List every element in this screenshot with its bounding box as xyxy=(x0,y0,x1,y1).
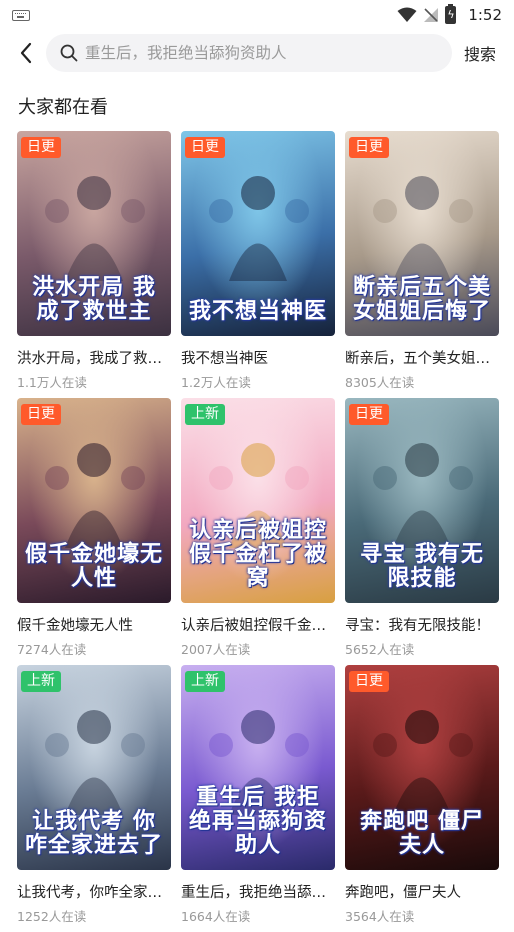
chevron-left-icon xyxy=(20,42,32,64)
book-card[interactable]: 认亲后被姐控假千金杠了被窝 上新认亲后被姐控假千金杠了被窝 2007人在读 xyxy=(181,398,335,665)
book-card[interactable]: 我不想当神医 日更我不想当神医 1.2万人在读 xyxy=(181,131,335,398)
book-card[interactable]: 断亲后五个美女姐姐后悔了 日更断亲后，五个美女姐姐后悔了 8305人在读 xyxy=(345,131,499,398)
book-title[interactable]: 我不想当神医 xyxy=(181,347,335,368)
back-button[interactable] xyxy=(6,32,46,74)
read-count: 1664人在读 xyxy=(181,909,251,924)
book-cover[interactable]: 我不想当神医 日更 xyxy=(181,131,335,336)
cover-title-art: 奔跑吧 僵尸夫人 xyxy=(360,809,484,858)
new-badge: 上新 xyxy=(185,404,225,425)
book-cover[interactable]: 奔跑吧 僵尸夫人 日更 xyxy=(345,665,499,870)
book-grid: 洪水开局 我成了救世主 日更 洪水开局，我成了救世主 1.1万人在读 我不想当神医 日更我… xyxy=(17,131,499,932)
cover-title-art: 断亲后五个美女姐姐后悔了 xyxy=(352,275,491,324)
cover-title-art: 假千金她壕无人性 xyxy=(24,542,163,591)
read-count: 1.1万人在读 xyxy=(17,375,87,390)
daily-update-badge: 日更 xyxy=(21,404,61,425)
book-cover[interactable]: 重生后 我拒绝再当舔狗资助人 上新 xyxy=(181,665,335,870)
cover-title-art: 我不想当神医 xyxy=(188,299,327,324)
section-title: 大家都在看 xyxy=(18,97,108,118)
cover-title-art: 认亲后被姐控假千金杠了被窝 xyxy=(188,518,327,591)
status-time: 1:52 xyxy=(468,6,502,24)
book-title[interactable]: 寻宝：我有无限技能！ xyxy=(345,614,499,635)
book-card[interactable]: 重生后 我拒绝再当舔狗资助人 上新重生后，我拒绝当舔狗资助人 1664人在读 xyxy=(181,665,335,932)
search-button[interactable]: 搜索 xyxy=(464,41,496,65)
book-cover[interactable]: 假千金她壕无人性 日更 xyxy=(17,398,171,603)
read-count: 3564人在读 xyxy=(345,909,415,924)
search-topbar: 搜索 xyxy=(0,32,514,74)
daily-update-badge: 日更 xyxy=(349,404,389,425)
search-input[interactable] xyxy=(85,44,425,62)
read-count: 5652人在读 xyxy=(345,642,415,657)
search-box[interactable] xyxy=(46,34,452,72)
book-title[interactable]: 断亲后，五个美女姐姐后悔了 xyxy=(345,347,499,368)
cover-title-art: 重生后 我拒绝再当舔狗资助人 xyxy=(188,785,327,858)
cover-title-art: 让我代考 你咋全家进去了 xyxy=(24,809,163,858)
read-count: 1252人在读 xyxy=(17,909,87,924)
book-title[interactable]: 假千金她壕无人性 xyxy=(17,614,171,635)
keyboard-icon xyxy=(12,9,30,21)
daily-update-badge: 日更 xyxy=(349,137,389,158)
book-title[interactable]: 让我代考，你咋全家进去了 xyxy=(17,881,171,902)
battery-charging-icon: ϟ xyxy=(445,4,457,24)
book-cover[interactable]: 断亲后五个美女姐姐后悔了 日更 xyxy=(345,131,499,336)
read-count: 8305人在读 xyxy=(345,375,415,390)
book-cover[interactable]: 洪水开局 我成了救世主 日更 xyxy=(17,131,171,336)
book-card[interactable]: 让我代考 你咋全家进去了 上新让我代考，你咋全家进去了 1252人在读 xyxy=(17,665,171,932)
search-icon xyxy=(60,44,78,62)
read-count: 2007人在读 xyxy=(181,642,251,657)
book-cover[interactable]: 让我代考 你咋全家进去了 上新 xyxy=(17,665,171,870)
read-count: 1.2万人在读 xyxy=(181,375,251,390)
book-cover[interactable]: 寻宝 我有无限技能 日更 xyxy=(345,398,499,603)
book-title[interactable]: 认亲后被姐控假千金杠了被窝 xyxy=(181,614,335,635)
book-title[interactable]: 奔跑吧，僵尸夫人 xyxy=(345,881,499,902)
daily-update-badge: 日更 xyxy=(21,137,61,158)
book-title[interactable]: 重生后，我拒绝当舔狗资助人 xyxy=(181,881,335,902)
no-signal-icon xyxy=(424,8,439,22)
wifi-icon xyxy=(397,7,417,22)
status-bar: ϟ 1:52 xyxy=(0,0,514,30)
book-card[interactable]: 奔跑吧 僵尸夫人 日更奔跑吧，僵尸夫人 3564人在读 xyxy=(345,665,499,932)
book-cover[interactable]: 认亲后被姐控假千金杠了被窝 上新 xyxy=(181,398,335,603)
read-count: 7274人在读 xyxy=(17,642,87,657)
cover-title-art: 寻宝 我有无限技能 xyxy=(360,542,484,591)
daily-update-badge: 日更 xyxy=(185,137,225,158)
new-badge: 上新 xyxy=(185,671,225,692)
daily-update-badge: 日更 xyxy=(349,671,389,692)
book-card[interactable]: 洪水开局 我成了救世主 日更洪水开局，我成了救世主 1.1万人在读 xyxy=(17,131,171,398)
book-card[interactable]: 寻宝 我有无限技能 日更寻宝：我有无限技能！ 5652人在读 xyxy=(345,398,499,665)
book-card[interactable]: 假千金她壕无人性 日更假千金她壕无人性 7274人在读 xyxy=(17,398,171,665)
new-badge: 上新 xyxy=(21,671,61,692)
book-title[interactable]: 洪水开局，我成了救世主 xyxy=(17,347,171,368)
cover-title-art: 洪水开局 我成了救世主 xyxy=(32,275,156,324)
